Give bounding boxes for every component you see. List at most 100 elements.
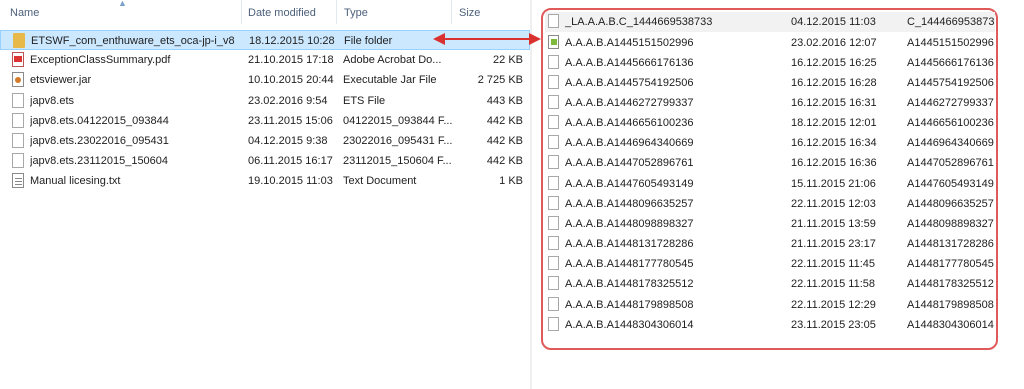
file-size: 442 KB	[486, 155, 523, 167]
column-name-header[interactable]: Name	[10, 7, 39, 19]
folder-content-row[interactable]: A.A.A.B.A1448096635257 22.11.2015 12:03 …	[545, 194, 995, 214]
file-name: A.A.A.B.A1445666176136	[565, 57, 694, 69]
file-size: 2 725 KB	[477, 74, 523, 86]
file-date: 23.11.2015 15:06	[248, 115, 333, 127]
column-size-header[interactable]: Size	[459, 7, 480, 19]
folder-icon	[13, 33, 25, 48]
file-date: 22.11.2015 11:58	[791, 278, 876, 290]
file-icon	[12, 113, 24, 128]
sort-ascending-icon: ▲	[118, 0, 127, 8]
file-icon	[548, 135, 559, 149]
file-icon	[548, 155, 559, 169]
file-type: Text Document	[343, 175, 417, 187]
file-date: 18.12.2015 12:01	[791, 117, 877, 129]
file-name: japv8.ets.23022016_095431	[30, 135, 169, 147]
file-size: 442 KB	[486, 115, 523, 127]
file-name: A.A.A.B.A1448177780545	[565, 258, 694, 270]
file-code: A1448177780545	[907, 258, 994, 270]
folder-content-row[interactable]: A.A.A.B.A1448098898327 21.11.2015 13:59 …	[545, 214, 995, 234]
file-date: 10.10.2015 20:44	[248, 74, 334, 86]
file-size: 1 KB	[499, 175, 523, 187]
file-row[interactable]: ExceptionClassSummary.pdf 21.10.2015 17:…	[0, 50, 530, 70]
file-date: 22.11.2015 11:45	[791, 258, 876, 270]
folder-content-row[interactable]: A.A.A.B.A1448177780545 22.11.2015 11:45 …	[545, 254, 995, 274]
file-code: A1445666176136	[907, 57, 994, 69]
file-icon	[12, 93, 24, 108]
file-row[interactable]: japv8.ets.04122015_093844 23.11.2015 15:…	[0, 111, 530, 131]
file-date: 04.12.2015 9:38	[248, 135, 328, 147]
folder-content-row[interactable]: _LA.A.A.B.C_1444669538733 04.12.2015 11:…	[545, 12, 995, 32]
file-row[interactable]: etsviewer.jar 10.10.2015 20:44 Executabl…	[0, 70, 530, 90]
file-row[interactable]: japv8.ets.23022016_095431 04.12.2015 9:3…	[0, 131, 530, 151]
file-name: A.A.A.B.A1445151502996	[565, 37, 694, 49]
file-date: 23.02.2016 9:54	[248, 95, 328, 107]
file-date: 21.11.2015 13:59	[791, 218, 876, 230]
folder-content-row[interactable]: A.A.A.B.A1446272799337 16.12.2015 16:31 …	[545, 93, 995, 113]
file-row[interactable]: japv8.ets 23.02.2016 9:54 ETS File 443 K…	[0, 91, 530, 111]
file-icon	[548, 196, 559, 210]
file-date: 16.12.2015 16:34	[791, 137, 877, 149]
file-name: japv8.ets	[30, 95, 75, 107]
file-date: 18.12.2015 10:28	[249, 35, 335, 47]
file-date: 16.12.2015 16:28	[791, 77, 877, 89]
file-name: ETSWF_com_enthuware_ets_oca-jp-i_v8	[31, 35, 235, 47]
folder-content-row[interactable]: A.A.A.B.A1447052896761 16.12.2015 16:36 …	[545, 153, 995, 173]
folder-content-row[interactable]: A.A.A.B.A1448131728286 21.11.2015 23:17 …	[545, 234, 995, 254]
folder-content-row[interactable]: A.A.A.B.A1446964340669 16.12.2015 16:34 …	[545, 133, 995, 153]
file-icon	[548, 317, 559, 331]
file-date: 06.11.2015 16:17	[248, 155, 333, 167]
file-type: ETS File	[343, 95, 386, 107]
left-file-pane: ▲ Name Date modified Type Size ETSWF_com…	[0, 0, 530, 389]
file-size: 443 KB	[486, 95, 523, 107]
file-icon	[548, 236, 559, 250]
file-icon	[548, 297, 559, 311]
file-name: A.A.A.B.A1446272799337	[565, 97, 694, 109]
file-date: 16.12.2015 16:36	[791, 157, 877, 169]
folder-content-row[interactable]: A.A.A.B.A1446656100236 18.12.2015 12:01 …	[545, 113, 995, 133]
file-icon	[548, 276, 559, 290]
file-name: etsviewer.jar	[30, 74, 92, 86]
file-icon	[548, 95, 559, 109]
file-date: 21.11.2015 23:17	[791, 238, 876, 250]
file-code: A1448304306014	[907, 319, 994, 331]
file-name: A.A.A.B.A1446656100236	[565, 117, 694, 129]
file-icon	[548, 256, 559, 270]
file-icon	[548, 115, 559, 129]
file-code: A1448131728286	[907, 238, 994, 250]
file-date: 04.12.2015 11:03	[791, 16, 876, 28]
file-row[interactable]: japv8.ets.23112015_150604 06.11.2015 16:…	[0, 151, 530, 171]
folder-content-row[interactable]: A.A.A.B.A1447605493149 15.11.2015 21:06 …	[545, 174, 995, 194]
file-code: A1448179898508	[907, 299, 994, 311]
file-code: A1446656100236	[907, 117, 994, 129]
jar-icon	[12, 72, 24, 87]
folder-content-row[interactable]: A.A.A.B.A1448179898508 22.11.2015 12:29 …	[545, 295, 995, 315]
column-type-header[interactable]: Type	[344, 7, 368, 19]
folder-content-row[interactable]: A.A.A.B.A1445666176136 16.12.2015 16:25 …	[545, 53, 995, 73]
file-icon	[548, 14, 559, 28]
file-date: 23.02.2016 12:07	[791, 37, 877, 49]
folder-content-row[interactable]: A.A.A.B.A1445151502996 23.02.2016 12:07 …	[545, 33, 995, 53]
column-separator[interactable]	[451, 0, 452, 24]
file-name: A.A.A.B.A1445754192506	[565, 77, 694, 89]
file-icon	[548, 55, 559, 69]
file-code: A1447605493149	[907, 178, 994, 190]
pdf-icon	[12, 52, 24, 67]
column-date-header[interactable]: Date modified	[248, 7, 316, 19]
column-separator[interactable]	[241, 0, 242, 24]
file-name: ExceptionClassSummary.pdf	[30, 54, 171, 66]
file-icon	[12, 153, 24, 168]
file-type: 23112015_150604 F...	[343, 155, 452, 167]
file-size: 22 KB	[493, 54, 523, 66]
file-name: Manual licesing.txt	[30, 175, 121, 187]
folder-content-row[interactable]: A.A.A.B.A1445754192506 16.12.2015 16:28 …	[545, 73, 995, 93]
folder-content-row[interactable]: A.A.A.B.A1448178325512 22.11.2015 11:58 …	[545, 274, 995, 294]
file-code: A1448178325512	[907, 278, 994, 290]
file-type: Executable Jar File	[343, 74, 437, 86]
file-name: _LA.A.A.B.C_1444669538733	[565, 16, 713, 28]
file-code: A1445754192506	[907, 77, 994, 89]
file-code: A1448096635257	[907, 198, 994, 210]
column-separator[interactable]	[336, 0, 337, 24]
file-row[interactable]: Manual licesing.txt 19.10.2015 11:03 Tex…	[0, 171, 530, 191]
folder-content-row[interactable]: A.A.A.B.A1448304306014 23.11.2015 23:05 …	[545, 315, 995, 335]
file-code: A1447052896761	[907, 157, 994, 169]
